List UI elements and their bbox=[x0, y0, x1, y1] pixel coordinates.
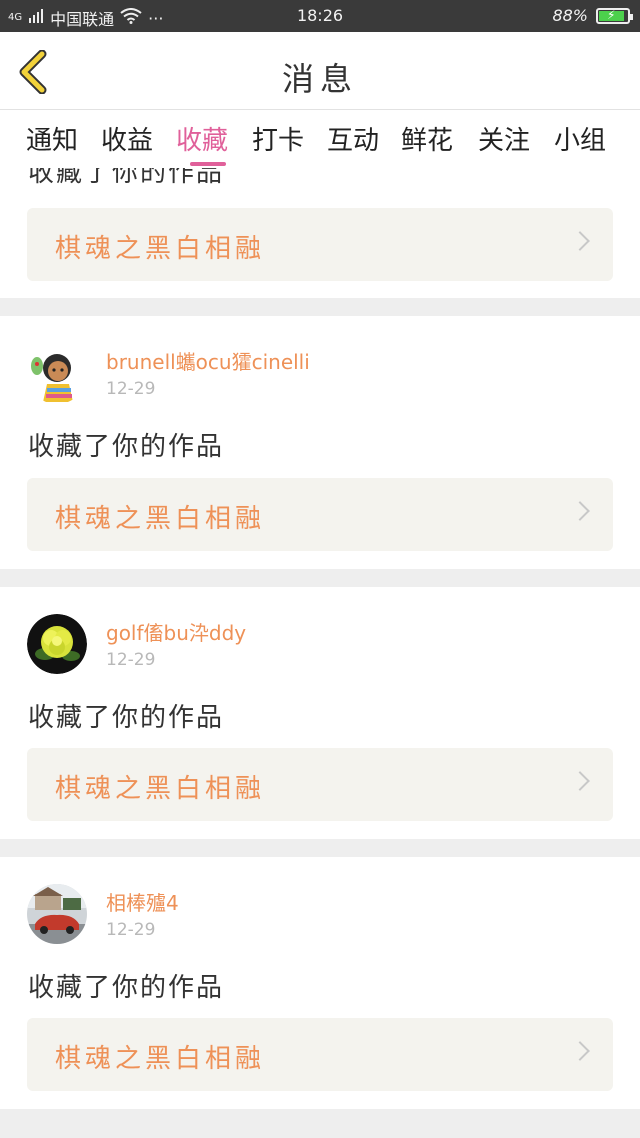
action-text: 收藏了你的作品 bbox=[28, 973, 225, 1003]
wifi-icon bbox=[120, 8, 142, 28]
user-name[interactable]: golf傗bu㳃ddy bbox=[106, 617, 246, 646]
tab-notifications[interactable]: 通知 bbox=[26, 120, 78, 157]
signal-icon bbox=[28, 8, 44, 28]
action-text: 收藏了你的作品 bbox=[28, 703, 225, 733]
chevron-right-icon bbox=[570, 771, 590, 791]
work-link[interactable]: 棋魂之黑白相融 bbox=[27, 1018, 613, 1091]
more-dots: ··· bbox=[148, 8, 164, 28]
charging-bolt-icon: ⚡ bbox=[607, 7, 616, 22]
tab-groups[interactable]: 小组 bbox=[554, 120, 606, 157]
favorites-feed[interactable]: 收藏了你的作品 棋魂之黑白相融 brunell蠵ocu㺢cinelli 12-2… bbox=[0, 168, 640, 1138]
yellow-flower-avatar-icon bbox=[27, 614, 87, 674]
user-name[interactable]: 相棒㱺4 bbox=[106, 887, 179, 916]
work-link[interactable]: 棋魂之黑白相融 bbox=[27, 208, 613, 281]
tab-bar: 通知 收益 收藏 打卡 互动 鲜花 关注 小组 bbox=[0, 110, 640, 168]
list-item: golf傗bu㳃ddy 12-29 收藏了你的作品 棋魂之黑白相融 bbox=[0, 587, 640, 839]
list-item: 相棒㱺4 12-29 收藏了你的作品 棋魂之黑白相融 bbox=[0, 857, 640, 1109]
page-title: 消息 bbox=[281, 60, 358, 98]
avatar[interactable] bbox=[27, 344, 87, 404]
list-item: 收藏了你的作品 棋魂之黑白相融 bbox=[0, 168, 640, 298]
status-right: 88% ⚡ bbox=[552, 6, 633, 25]
work-title: 棋魂之黑白相融 bbox=[55, 504, 266, 534]
work-title: 棋魂之黑白相融 bbox=[55, 234, 266, 264]
tab-checkin[interactable]: 打卡 bbox=[252, 120, 304, 157]
tab-interaction[interactable]: 互动 bbox=[327, 120, 379, 157]
status-bar: 4G 中国联通 ··· 18:26 88% ⚡ bbox=[0, 0, 640, 32]
carrier-name: 中国联通 bbox=[50, 10, 115, 29]
user-name[interactable]: brunell蠵ocu㺢cinelli bbox=[106, 346, 310, 375]
chevron-right-icon bbox=[570, 501, 590, 521]
list-item: brunell蠵ocu㺢cinelli 12-29 收藏了你的作品 棋魂之黑白相… bbox=[0, 316, 640, 569]
network-type: 4G bbox=[8, 12, 23, 23]
tab-earnings[interactable]: 收益 bbox=[101, 120, 153, 157]
back-button[interactable] bbox=[14, 49, 54, 95]
work-title: 棋魂之黑白相融 bbox=[55, 1044, 266, 1074]
post-date: 12-29 bbox=[106, 650, 156, 670]
work-link[interactable]: 棋魂之黑白相融 bbox=[27, 748, 613, 821]
battery-icon: ⚡ bbox=[596, 7, 633, 24]
cartoon-girl-avatar-icon bbox=[27, 344, 87, 404]
header: 消息 bbox=[0, 32, 640, 110]
red-car-avatar-icon bbox=[27, 884, 87, 944]
active-tab-indicator bbox=[190, 162, 226, 166]
post-date: 12-29 bbox=[106, 920, 156, 940]
action-text: 收藏了你的作品 bbox=[28, 168, 225, 188]
battery-percent: 88% bbox=[552, 6, 588, 25]
action-text: 收藏了你的作品 bbox=[28, 432, 225, 462]
work-title: 棋魂之黑白相融 bbox=[55, 774, 266, 804]
tab-favorites[interactable]: 收藏 bbox=[176, 120, 228, 157]
chevron-right-icon bbox=[570, 1041, 590, 1061]
post-date: 12-29 bbox=[106, 379, 156, 399]
avatar[interactable] bbox=[27, 614, 87, 674]
work-link[interactable]: 棋魂之黑白相融 bbox=[27, 478, 613, 551]
tab-follow[interactable]: 关注 bbox=[478, 120, 530, 157]
status-left: 4G 中国联通 ··· bbox=[8, 6, 163, 30]
back-arrow-icon bbox=[19, 49, 47, 95]
chevron-right-icon bbox=[570, 231, 590, 251]
avatar[interactable] bbox=[27, 884, 87, 944]
tab-flowers[interactable]: 鲜花 bbox=[401, 120, 453, 157]
